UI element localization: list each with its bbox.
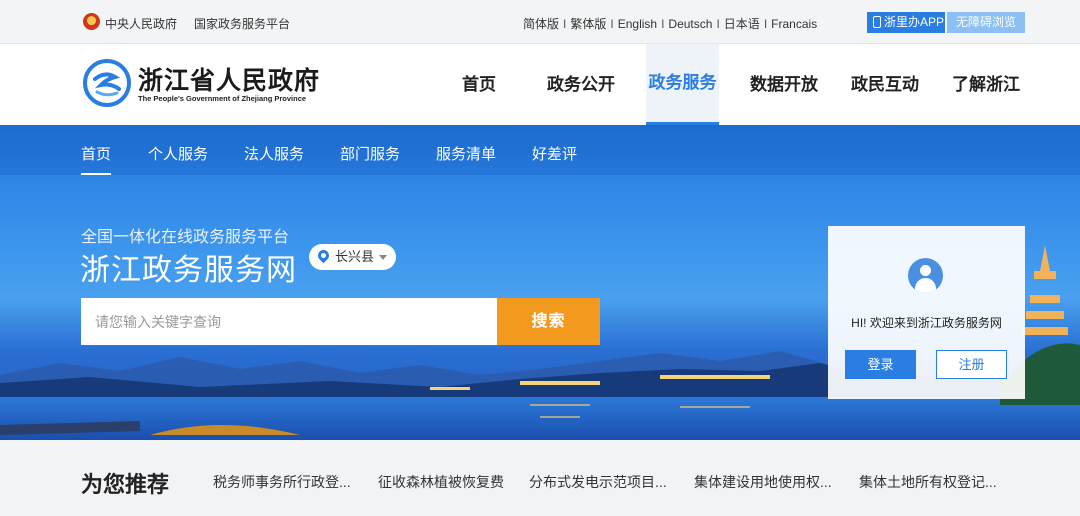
- avatar-body: [915, 278, 936, 293]
- nav-interaction[interactable]: 政民互动: [845, 44, 925, 125]
- recommend-title: 为您推荐: [81, 472, 170, 497]
- lang-separator: I: [763, 17, 768, 31]
- nav-gov-services[interactable]: 政务服务: [646, 44, 719, 125]
- recommend-item[interactable]: 集体土地所有权登记...: [859, 472, 997, 492]
- lang-french[interactable]: Francais: [771, 17, 817, 31]
- zhejiang-logo-icon[interactable]: [83, 59, 131, 107]
- login-button[interactable]: 登录: [845, 350, 916, 379]
- mobile-phone-icon: [873, 16, 881, 28]
- site-header: 浙江省人民政府 The People's Government of Zheji…: [0, 44, 1080, 125]
- recommendations-bar: 为您推荐 税务师事务所行政登... 征收森林植被恢复费 分布式发电示范项目...…: [0, 440, 1080, 516]
- subnav-feedback-rating[interactable]: 好差评: [532, 143, 577, 164]
- zheliban-app-button[interactable]: 浙里办APP: [867, 12, 945, 33]
- hero-banner: 首页 个人服务 法人服务 部门服务 服务清单 好差评 全国一体化在线政务服务平台…: [0, 125, 1080, 440]
- lang-english[interactable]: English: [618, 17, 657, 31]
- accessibility-button[interactable]: 无障碍浏览: [947, 12, 1025, 33]
- location-label: 长兴县: [335, 249, 375, 264]
- lang-separator: I: [563, 17, 567, 31]
- subnav-department-services[interactable]: 部门服务: [340, 143, 400, 164]
- lang-simplified[interactable]: 简体版: [523, 17, 559, 31]
- nav-gov-affairs[interactable]: 政务公开: [541, 44, 621, 125]
- recommend-item[interactable]: 征收森林植被恢复费: [378, 472, 504, 492]
- search-button[interactable]: 搜索: [497, 298, 600, 345]
- lang-japanese[interactable]: 日本语: [724, 17, 760, 31]
- lang-separator: I: [716, 17, 720, 31]
- lang-german[interactable]: Deutsch: [668, 17, 712, 31]
- platform-subtitle: 全国一体化在线政务服务平台: [81, 229, 290, 246]
- lang-separator: I: [610, 17, 614, 31]
- location-selector[interactable]: 长兴县: [309, 244, 396, 270]
- nav-home[interactable]: 首页: [449, 44, 509, 125]
- chevron-down-icon: [379, 255, 387, 260]
- subnav-home[interactable]: 首页: [81, 143, 112, 175]
- logo-title-cn[interactable]: 浙江省人民政府: [138, 61, 320, 97]
- user-avatar-icon: [908, 258, 943, 293]
- national-platform-link[interactable]: 国家政务服务平台: [194, 15, 290, 32]
- subnav-corporate-services[interactable]: 法人服务: [244, 143, 304, 164]
- subnav-service-list[interactable]: 服务清单: [436, 143, 496, 164]
- national-emblem-icon: [83, 13, 100, 30]
- recommend-item[interactable]: 分布式发电示范项目...: [529, 472, 667, 492]
- welcome-text: HI! 欢迎来到浙江政务服务网: [851, 316, 1002, 330]
- search-input[interactable]: [81, 298, 497, 345]
- recommend-item[interactable]: 集体建设用地使用权...: [694, 472, 832, 492]
- central-gov-link[interactable]: 中央人民政府: [105, 15, 177, 32]
- register-button[interactable]: 注册: [936, 350, 1007, 379]
- top-utility-bar: 中央人民政府 国家政务服务平台 简体版 I 繁体版 I English I Deutsch I…: [0, 0, 1080, 44]
- avatar-head: [920, 265, 931, 276]
- hero-title: 浙江政务服务网: [80, 254, 297, 287]
- lang-separator: I: [661, 17, 665, 31]
- app-button-label: 浙里办APP: [884, 15, 945, 29]
- logo-title-en: The People's Government of Zhejiang Prov…: [138, 94, 307, 103]
- lang-traditional[interactable]: 繁体版: [570, 17, 606, 31]
- nav-about-zhejiang[interactable]: 了解浙江: [946, 44, 1026, 125]
- login-card: HI! 欢迎来到浙江政务服务网 登录 注册: [828, 226, 1025, 399]
- nav-open-data[interactable]: 数据开放: [744, 44, 824, 125]
- subnav-personal-services[interactable]: 个人服务: [148, 143, 208, 164]
- language-switcher: 简体版 I 繁体版 I English I Deutsch I 日本语 I Francais: [523, 15, 817, 32]
- location-pin-icon: [315, 247, 332, 264]
- recommend-item[interactable]: 税务师事务所行政登...: [213, 472, 351, 492]
